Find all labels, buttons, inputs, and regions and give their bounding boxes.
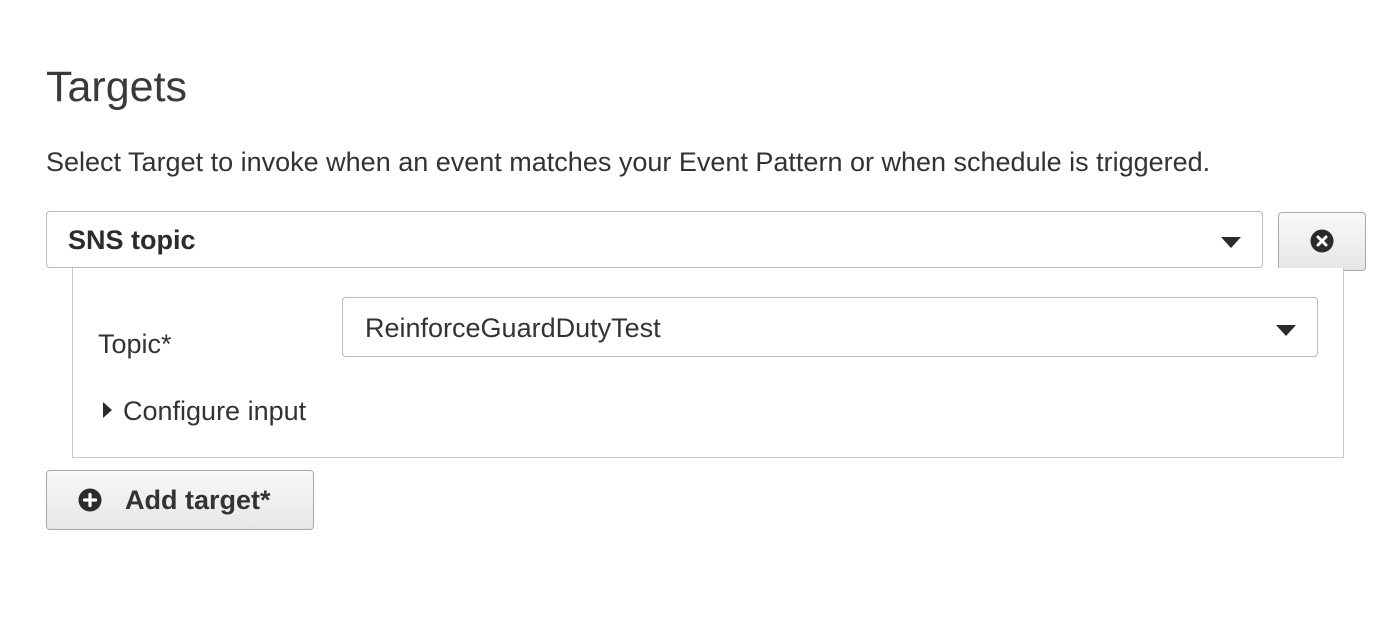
target-type-value: SNS topic: [68, 225, 196, 255]
caret-right-icon: [103, 402, 112, 418]
chevron-down-icon: [1221, 237, 1241, 248]
topic-select[interactable]: ReinforceGuardDutyTest: [342, 297, 1318, 357]
section-description: Select Target to invoke when an event ma…: [46, 147, 1211, 177]
add-target-label: Add target*: [125, 485, 271, 515]
target-type-select[interactable]: SNS topic: [46, 211, 1263, 268]
close-circle-icon: [1310, 229, 1334, 253]
targets-section: Targets Select Target to invoke when an …: [0, 0, 1392, 618]
configure-input-label: Configure input: [123, 396, 307, 426]
section-title: Targets: [46, 63, 188, 111]
chevron-down-icon: [1276, 325, 1296, 336]
plus-circle-icon: [78, 488, 102, 512]
add-target-button[interactable]: Add target*: [46, 470, 314, 530]
topic-select-value: ReinforceGuardDutyTest: [365, 313, 661, 343]
remove-target-button[interactable]: [1278, 212, 1366, 271]
topic-label: Topic*: [98, 329, 172, 359]
